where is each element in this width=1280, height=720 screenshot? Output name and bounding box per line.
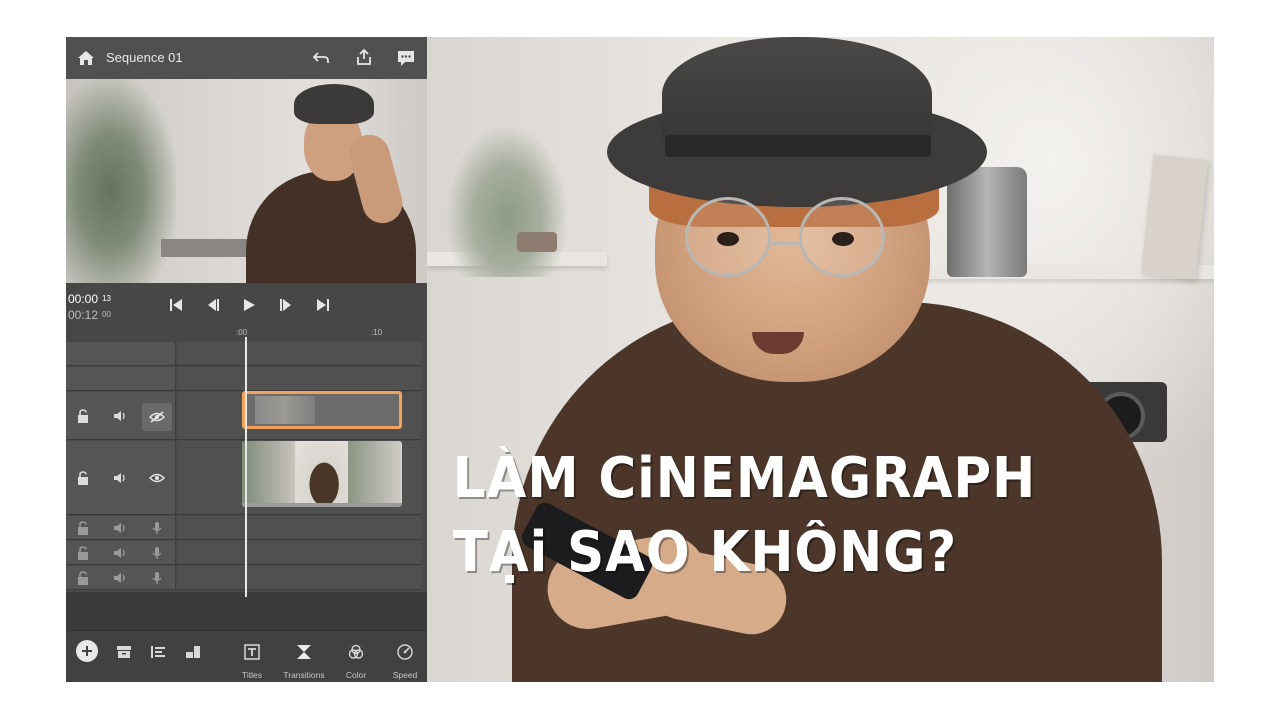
total-timecode-frames: 00: [102, 310, 111, 319]
split-icon[interactable]: [182, 641, 204, 663]
track-lane[interactable]: [177, 566, 421, 589]
track-list-icon[interactable]: [147, 641, 169, 663]
unlock-icon[interactable]: [74, 519, 92, 537]
track-row: [66, 342, 421, 366]
preview-plant: [66, 79, 176, 283]
preview-person-hat: [294, 84, 374, 124]
sequence-title: Sequence 01: [106, 50, 183, 65]
track-header: [66, 541, 176, 564]
track-lane[interactable]: [177, 516, 421, 539]
plus-icon: [82, 646, 92, 656]
skip-to-start-icon[interactable]: [165, 295, 187, 315]
speed-label[interactable]: Speed: [380, 670, 427, 680]
clip-thumbnail: [295, 441, 348, 503]
color-icon[interactable]: [345, 641, 367, 663]
microphone-icon[interactable]: [148, 519, 166, 537]
video-clip[interactable]: [242, 441, 402, 507]
top-bar: Sequence 01: [66, 37, 427, 79]
ruler-label-start: :00: [236, 328, 248, 337]
unlock-icon[interactable]: [74, 569, 92, 587]
archive-icon[interactable]: [113, 641, 135, 663]
cup-decor: [517, 232, 557, 252]
audio-track-2: [66, 541, 421, 565]
unlock-icon[interactable]: [74, 544, 92, 562]
video-preview[interactable]: [66, 79, 427, 283]
track-header: [66, 342, 176, 365]
volume-icon[interactable]: [111, 407, 129, 425]
video-editor-app: Sequence 01 00:00 13 00:12 00:00:10 Ti…: [66, 37, 427, 682]
current-timecode-frames: 13: [102, 294, 111, 303]
video-frame: LÀM CiNEMAGRAPH TẠi SAO KHÔNG? Sequence …: [66, 37, 1214, 682]
clip-thumbnail: [242, 441, 295, 503]
hat-band: [665, 135, 931, 157]
ruler-label-10: :10: [371, 328, 383, 337]
kettle-decor: [947, 167, 1027, 277]
track-row: [66, 367, 421, 391]
track-header: [66, 392, 176, 439]
titles-label[interactable]: Titles: [227, 670, 277, 680]
track-header: [66, 367, 176, 390]
volume-icon[interactable]: [111, 569, 129, 587]
microphone-icon[interactable]: [148, 569, 166, 587]
undo-icon[interactable]: [310, 47, 332, 69]
eye-icon[interactable]: [148, 469, 166, 487]
right-eye: [832, 232, 854, 246]
comment-icon[interactable]: [395, 47, 417, 69]
unlock-icon[interactable]: [74, 469, 92, 487]
speed-icon[interactable]: [394, 641, 416, 663]
track-header: [66, 441, 176, 514]
unlock-icon[interactable]: [74, 407, 92, 425]
transitions-icon[interactable]: [293, 641, 315, 663]
audio-track-1: [66, 516, 421, 540]
previous-frame-icon[interactable]: [202, 295, 224, 315]
title-line-1: LÀM CiNEMAGRAPH: [452, 446, 1037, 511]
skip-to-end-icon[interactable]: [312, 295, 334, 315]
volume-icon[interactable]: [111, 519, 129, 537]
eye-hidden-icon[interactable]: [142, 403, 172, 431]
plant-decor: [447, 127, 567, 277]
track-lane[interactable]: [177, 541, 421, 564]
current-timecode: 00:00: [68, 292, 99, 306]
titles-icon[interactable]: [241, 641, 263, 663]
thumbnail-title: LÀM CiNEMAGRAPH TẠi SAO KHÔNG?: [436, 442, 1037, 590]
add-media-button[interactable]: [76, 640, 98, 662]
track-lane[interactable]: [177, 367, 421, 390]
audio-track-3: [66, 566, 421, 590]
selected-clip[interactable]: [242, 391, 402, 429]
next-frame-icon[interactable]: [275, 295, 297, 315]
track-header: [66, 516, 176, 539]
track-header: [66, 566, 176, 589]
left-eye: [717, 232, 739, 246]
volume-icon[interactable]: [111, 469, 129, 487]
play-icon[interactable]: [238, 295, 260, 315]
glasses-bridge: [772, 242, 800, 245]
bottom-toolbar: Titles Transitions Color Speed: [66, 630, 427, 682]
volume-icon[interactable]: [111, 544, 129, 562]
share-icon[interactable]: [353, 46, 375, 68]
playhead[interactable]: [245, 337, 247, 597]
track-lane[interactable]: [177, 342, 421, 365]
color-label[interactable]: Color: [331, 670, 381, 680]
clip-thumbnail: [348, 441, 401, 503]
home-icon[interactable]: [75, 47, 97, 69]
title-line-2: TẠi SAO KHÔNG?: [452, 520, 958, 585]
total-timecode: 00:12: [68, 308, 99, 322]
microphone-icon[interactable]: [148, 544, 166, 562]
transitions-label[interactable]: Transitions: [279, 670, 329, 680]
